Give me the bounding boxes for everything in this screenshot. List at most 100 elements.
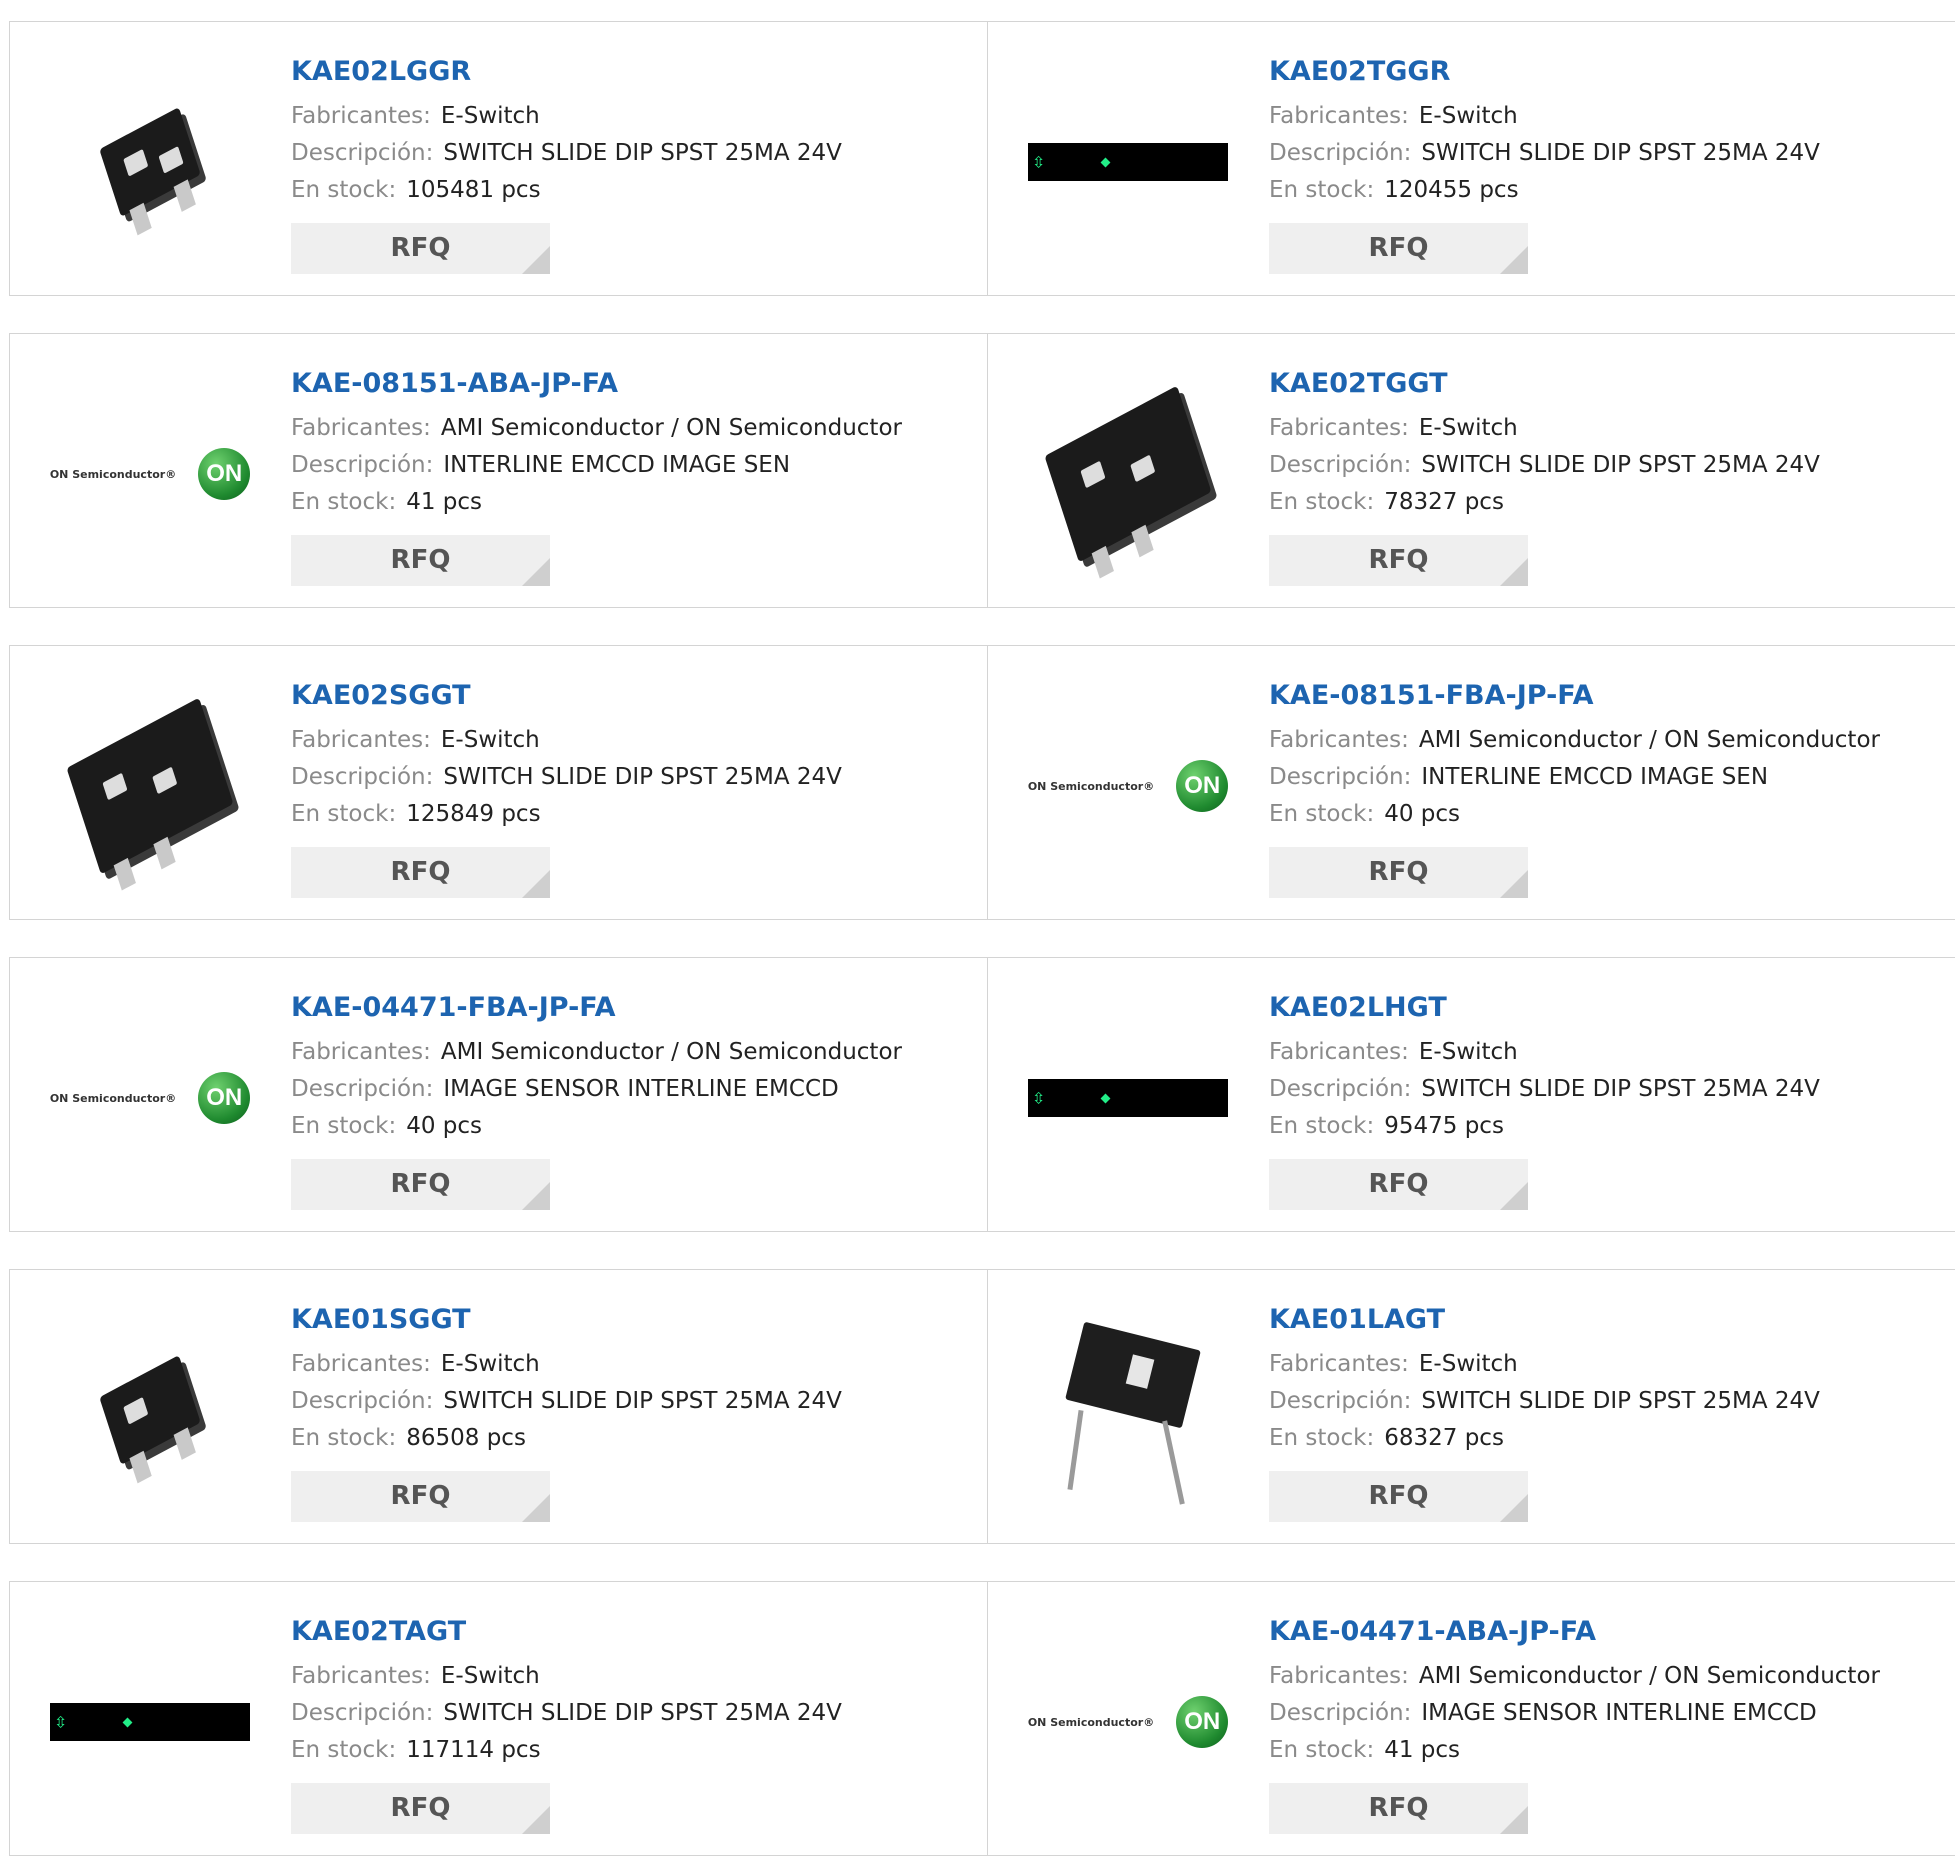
rfq-label: RFQ <box>390 1793 451 1823</box>
part-number-link[interactable]: KAE-08151-FBA-JP-FA <box>1269 676 1880 716</box>
part-number-link[interactable]: KAE02LHGT <box>1269 988 1820 1028</box>
product-image[interactable] <box>50 1310 250 1510</box>
part-number-link[interactable]: KAE-04471-FBA-JP-FA <box>291 988 902 1028</box>
rfq-button[interactable]: RFQ <box>291 1159 550 1210</box>
description-label: Descripción: <box>291 764 434 790</box>
product-image[interactable]: ON Semiconductor® ON <box>1028 1622 1229 1822</box>
description-label: Descripción: <box>1269 452 1412 478</box>
rfq-button[interactable]: RFQ <box>291 1783 550 1834</box>
corner-triangle-icon <box>522 1182 550 1210</box>
rfq-button[interactable]: RFQ <box>1269 223 1528 274</box>
rfq-label: RFQ <box>1368 1169 1429 1199</box>
description-value: SWITCH SLIDE DIP SPST 25MA 24V <box>443 1388 842 1414</box>
stock-line: En stock: 117114 pcs <box>291 1732 842 1769</box>
manufacturer-label: Fabricantes: <box>1269 103 1409 129</box>
product-card: KAE02TGGT Fabricantes: E-Switch Descripci… <box>988 334 1955 607</box>
stock-label: En stock: <box>1269 489 1375 515</box>
part-number-link[interactable]: KAE02TAGT <box>291 1612 842 1652</box>
part-number-link[interactable]: KAE02LGGR <box>291 52 842 92</box>
rfq-button[interactable]: RFQ <box>1269 847 1528 898</box>
description-label: Descripción: <box>1269 1388 1412 1414</box>
switch-slot <box>158 146 184 174</box>
part-number-link[interactable]: KAE01SGGT <box>291 1300 842 1340</box>
stock-value: 125849 pcs <box>406 801 541 827</box>
rfq-button[interactable]: RFQ <box>1269 1159 1528 1210</box>
part-number-link[interactable]: KAE01LAGT <box>1269 1300 1820 1340</box>
stock-label: En stock: <box>291 1113 397 1139</box>
stock-value: 40 pcs <box>406 1113 483 1139</box>
description-value: SWITCH SLIDE DIP SPST 25MA 24V <box>1421 1388 1820 1414</box>
corner-triangle-icon <box>1500 1494 1528 1522</box>
arrows-icon: ⇳ <box>1032 1085 1046 1110</box>
description-value: INTERLINE EMCCD IMAGE SEN <box>443 452 791 478</box>
product-info: KAE02TGGT Fabricantes: E-Switch Descripci… <box>1269 364 1820 521</box>
product-card: ⇳ KAE02LHGT Fabricantes: E-Switch Descrip… <box>988 958 1955 1231</box>
stock-line: En stock: 78327 pcs <box>1269 484 1820 521</box>
stock-line: En stock: 86508 pcs <box>291 1420 842 1457</box>
product-image[interactable]: ON Semiconductor® ON <box>50 998 251 1198</box>
description-label: Descripción: <box>291 140 434 166</box>
switch-slot <box>123 148 149 177</box>
switch-part <box>1065 1321 1201 1429</box>
stock-line: En stock: 68327 pcs <box>1269 1420 1820 1457</box>
rfq-button[interactable]: RFQ <box>291 847 550 898</box>
manufacturer-line: Fabricantes: AMI Semiconductor / ON Semic… <box>1269 1658 1880 1695</box>
manufacturer-label: Fabricantes: <box>291 415 431 441</box>
product-image[interactable]: ⇳ <box>50 1622 250 1822</box>
product-image[interactable] <box>1028 374 1228 579</box>
product-image[interactable]: ON Semiconductor® ON <box>1028 686 1229 886</box>
part-number-link[interactable]: KAE-08151-ABA-JP-FA <box>291 364 902 404</box>
rfq-label: RFQ <box>1368 1481 1429 1511</box>
rfq-label: RFQ <box>1368 233 1429 263</box>
product-row: KAE01SGGT Fabricantes: E-Switch Descripci… <box>9 1269 1955 1544</box>
manufacturer-line: Fabricantes: E-Switch <box>1269 98 1820 135</box>
switch-slot <box>1080 460 1106 489</box>
stock-value: 117114 pcs <box>406 1737 541 1763</box>
manufacturer-value: E-Switch <box>1418 415 1518 441</box>
manufacturer-line: Fabricantes: E-Switch <box>291 1658 842 1695</box>
part-number-link[interactable]: KAE-04471-ABA-JP-FA <box>1269 1612 1880 1652</box>
stock-value: 40 pcs <box>1384 801 1461 827</box>
product-info: KAE02LGGR Fabricantes: E-Switch Descripci… <box>291 52 842 209</box>
rfq-button[interactable]: RFQ <box>291 535 550 586</box>
manufacturer-value: AMI Semiconductor / ON Semiconductor <box>1418 1663 1880 1689</box>
stock-label: En stock: <box>291 489 397 515</box>
product-card: ON Semiconductor® ON KAE-08151-FBA-JP-FA … <box>988 646 1955 919</box>
corner-triangle-icon <box>522 558 550 586</box>
manufacturer-label: Fabricantes: <box>1269 727 1409 753</box>
manufacturer-line: Fabricantes: E-Switch <box>291 722 842 759</box>
part-number-link[interactable]: KAE02SGGT <box>291 676 842 716</box>
switch-slot <box>123 1396 149 1425</box>
manufacturer-line: Fabricantes: AMI Semiconductor / ON Semic… <box>291 410 902 447</box>
rfq-label: RFQ <box>390 233 451 263</box>
product-card: ON Semiconductor® ON KAE-04471-ABA-JP-FA … <box>988 1582 1955 1855</box>
description-value: INTERLINE EMCCD IMAGE SEN <box>1421 764 1769 790</box>
part-number-link[interactable]: KAE02TGGT <box>1269 364 1820 404</box>
product-image[interactable] <box>1028 1310 1228 1510</box>
rfq-label: RFQ <box>1368 857 1429 887</box>
corner-triangle-icon <box>1500 1182 1528 1210</box>
product-card: ON Semiconductor® ON KAE-08151-ABA-JP-FA … <box>9 334 988 607</box>
dip-switch-image <box>99 1355 201 1484</box>
rfq-button[interactable]: RFQ <box>1269 535 1528 586</box>
dip-switch-image <box>66 697 234 891</box>
rfq-button[interactable]: RFQ <box>291 223 550 274</box>
rfq-button[interactable]: RFQ <box>1269 1783 1528 1834</box>
rfq-button[interactable]: RFQ <box>291 1471 550 1522</box>
product-image[interactable] <box>50 686 250 891</box>
stock-value: 68327 pcs <box>1384 1425 1504 1451</box>
manufacturer-label: Fabricantes: <box>291 727 431 753</box>
product-image[interactable]: ON Semiconductor® ON <box>50 374 251 574</box>
rfq-button[interactable]: RFQ <box>1269 1471 1528 1522</box>
product-image[interactable] <box>50 62 250 262</box>
description-label: Descripción: <box>1269 1076 1412 1102</box>
part-number-link[interactable]: KAE02TGGR <box>1269 52 1820 92</box>
stock-value: 105481 pcs <box>406 177 541 203</box>
description-value: SWITCH SLIDE DIP SPST 25MA 24V <box>443 764 842 790</box>
product-card: ⇳ KAE02TGGR Fabricantes: E-Switch Descrip… <box>988 22 1955 295</box>
product-card: KAE02LGGR Fabricantes: E-Switch Descripci… <box>9 22 988 295</box>
stock-line: En stock: 95475 pcs <box>1269 1108 1820 1145</box>
stock-value: 78327 pcs <box>1384 489 1504 515</box>
product-image[interactable]: ⇳ <box>1028 62 1228 262</box>
product-image[interactable]: ⇳ <box>1028 998 1228 1198</box>
